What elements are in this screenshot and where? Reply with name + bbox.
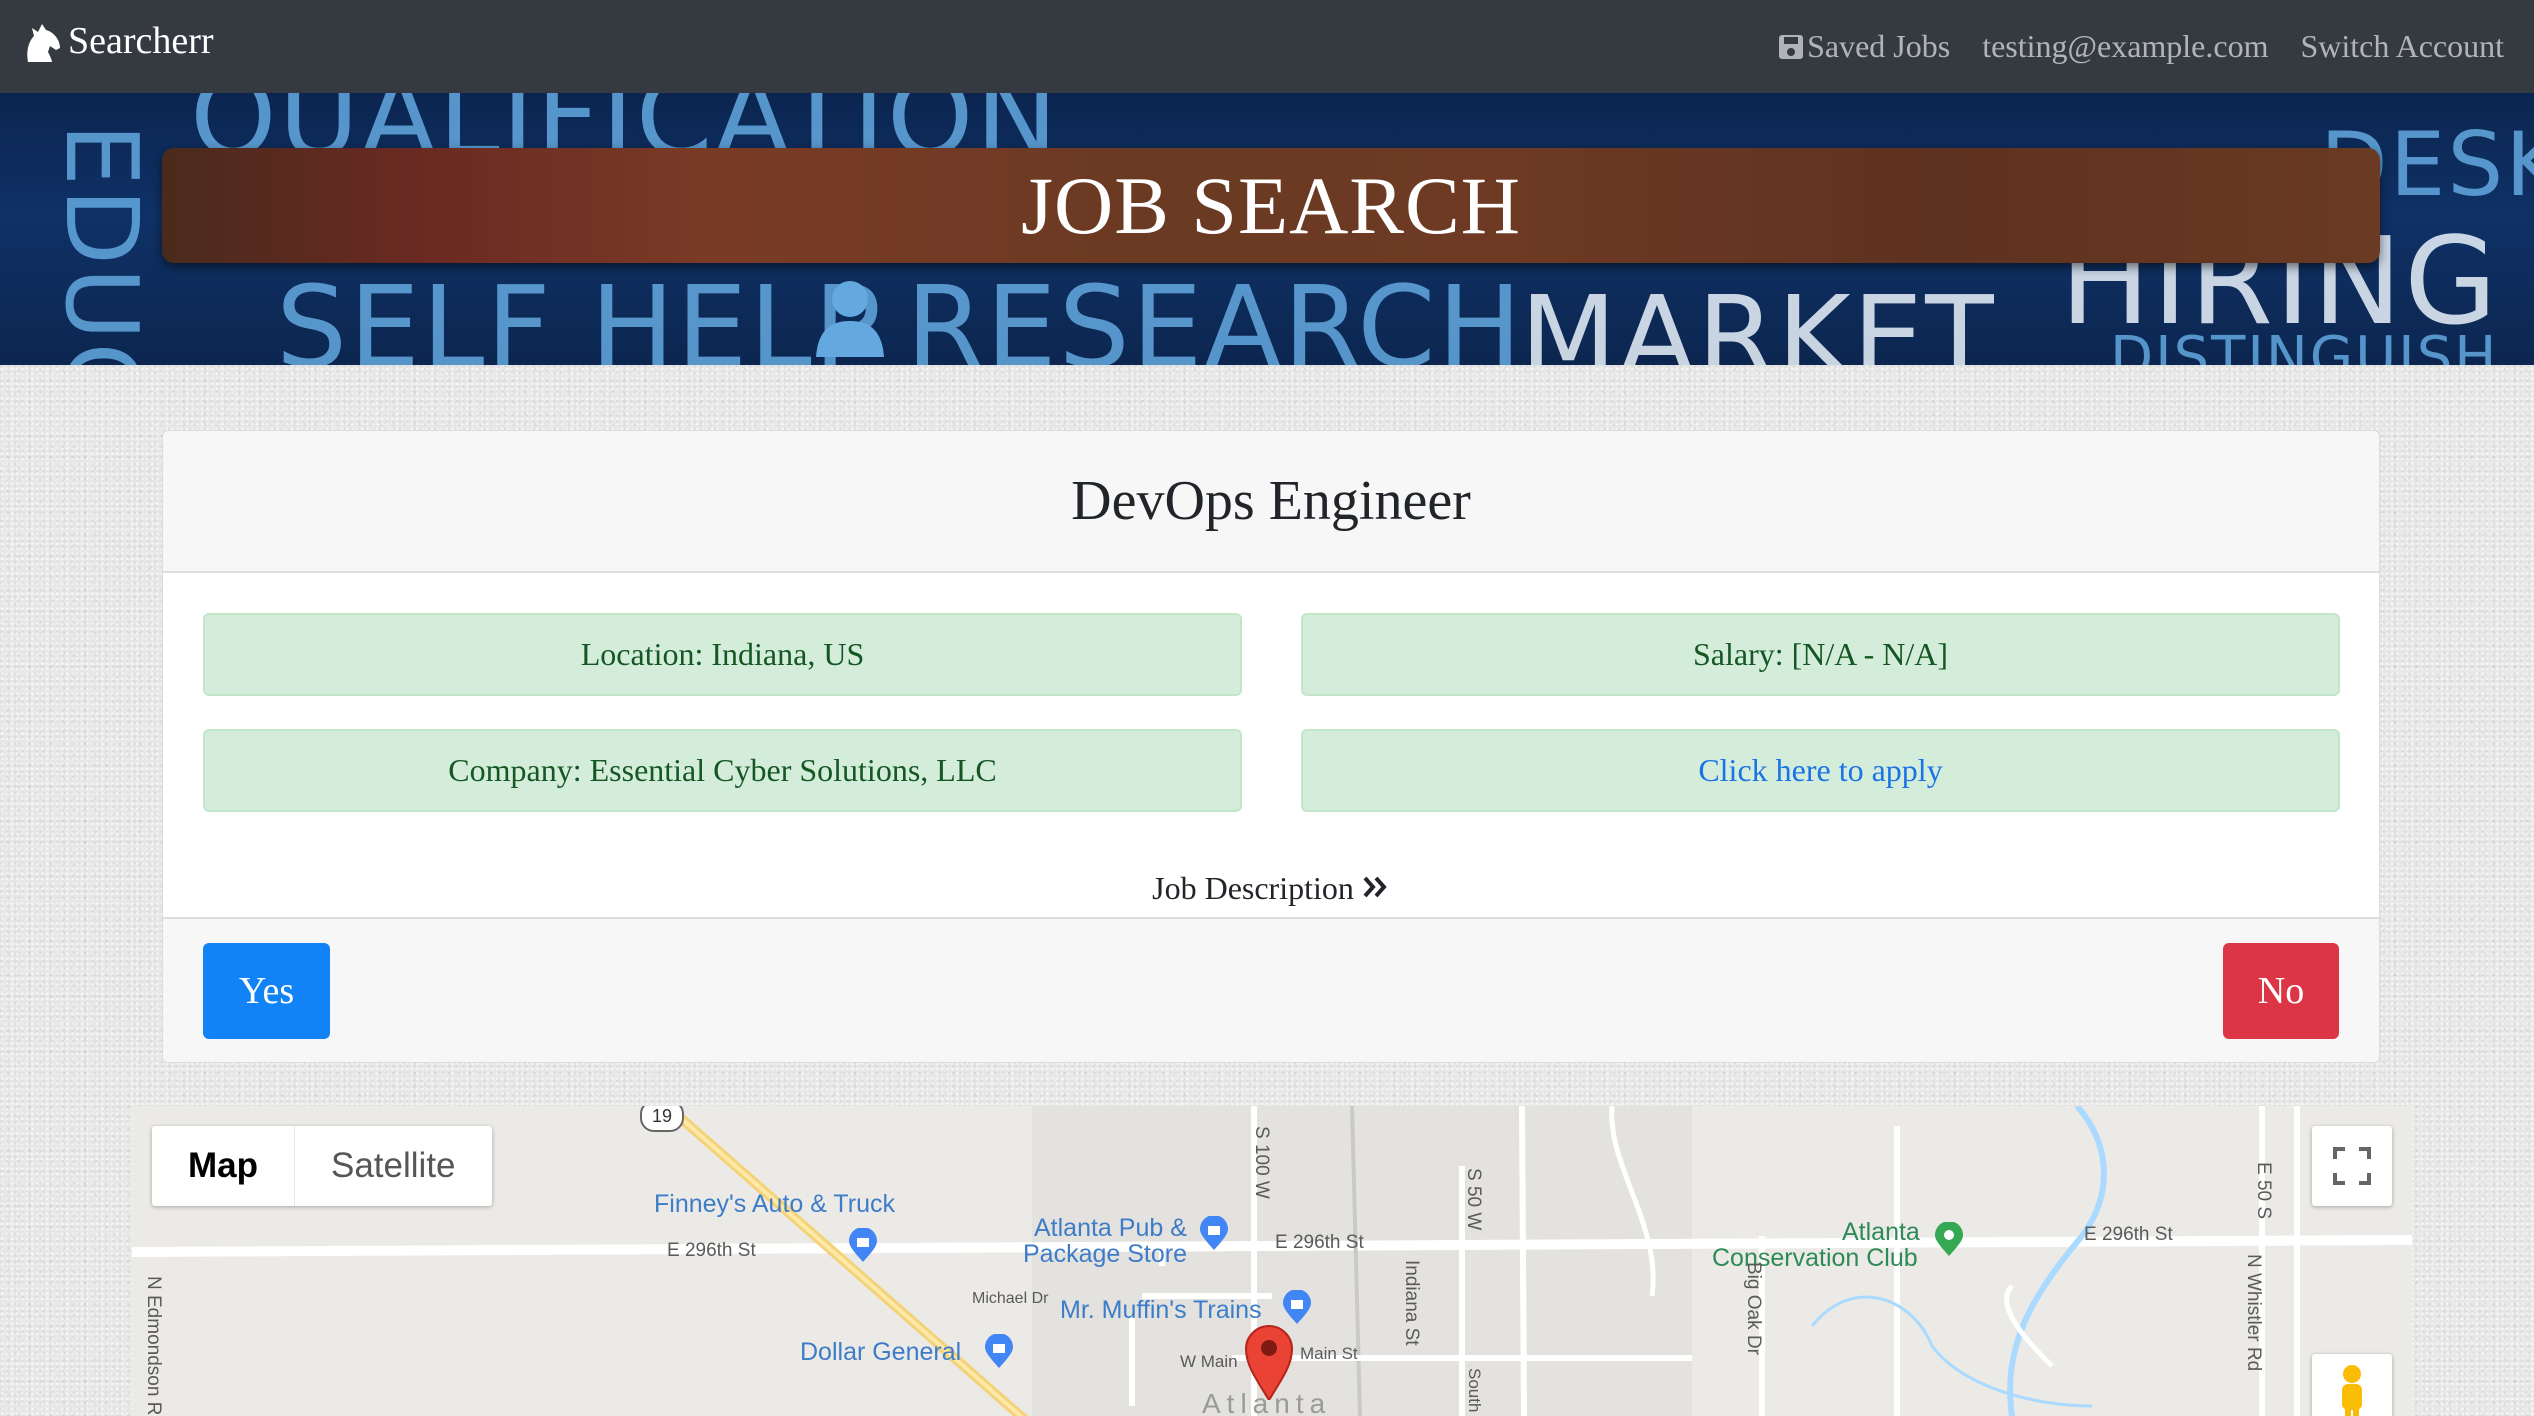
banner-word: MARKET	[1520, 273, 1996, 365]
company-badge: Company: Essential Cyber Solutions, LLC	[203, 729, 1242, 812]
street-big-oak: Big Oak Dr	[1743, 1262, 1764, 1355]
card-footer: Yes No	[163, 917, 2379, 1062]
street-n-edmondson: N Edmondson Rd	[143, 1276, 164, 1416]
save-floppy-icon	[1779, 34, 1804, 59]
shopping-bag-pin-icon[interactable]	[1282, 1290, 1312, 1324]
fullscreen-button[interactable]	[2312, 1126, 2392, 1206]
street-e296-east: E 296th St	[2084, 1224, 2173, 1245]
poi-conservation-line1[interactable]: Atlanta	[1842, 1218, 1920, 1247]
banner-title-bar: JOB SEARCH	[162, 148, 2380, 263]
banner-word: EDUC	[43, 123, 160, 365]
route-19-shield: 19	[640, 1106, 684, 1132]
street-michael-dr: Michael Dr	[972, 1290, 1049, 1307]
poi-mr-muffins[interactable]: Mr. Muffin's Trains	[1060, 1296, 1262, 1325]
navbar: Searcherr Saved Jobs testing@example.com…	[0, 0, 2534, 93]
job-title: DevOps Engineer	[163, 431, 2379, 573]
banner-word: DISTINGUISH	[2110, 325, 2499, 365]
map-view[interactable]: Map Satellite 19 Finney's Auto & Truck A…	[132, 1106, 2412, 1416]
fullscreen-icon	[2333, 1147, 2371, 1185]
poi-atlanta-pub-line1[interactable]: Atlanta Pub &	[1034, 1214, 1187, 1243]
map-type-satellite-button[interactable]: Satellite	[294, 1126, 492, 1206]
town-label: Atlanta	[1202, 1388, 1332, 1416]
apply-link[interactable]: Click here to apply	[1301, 729, 2340, 812]
banner-word: RESEARCH	[906, 263, 1524, 365]
saved-jobs-link[interactable]: Saved Jobs	[1777, 28, 1950, 65]
poi-finneys[interactable]: Finney's Auto & Truck	[654, 1190, 895, 1219]
switch-account-link[interactable]: Switch Account	[2300, 28, 2504, 65]
pegman-icon	[2342, 1365, 2362, 1416]
street-south: South	[1465, 1368, 1484, 1413]
page-title: JOB SEARCH	[1021, 159, 1521, 251]
map-type-map-button[interactable]: Map	[152, 1126, 294, 1206]
street-indiana: Indiana St	[1401, 1260, 1422, 1346]
street-n-whistler: N Whistler Rd	[2243, 1254, 2264, 1372]
job-description-toggle[interactable]: Job Description	[163, 870, 2379, 907]
shopping-bag-pin-icon[interactable]	[848, 1228, 878, 1262]
street-view-pegman-button[interactable]	[2312, 1354, 2392, 1416]
street-s100w: S 100 W	[1251, 1126, 1272, 1199]
bar-pin-icon[interactable]	[1199, 1216, 1229, 1250]
hero-banner: EDUC QUALIFICATION SELF HELP RESEARCH MA…	[0, 93, 2534, 365]
poi-atlanta-pub-line2[interactable]: Package Store	[1023, 1240, 1187, 1269]
job-description-label: Job Description	[1152, 870, 1354, 906]
double-chevron-right-icon	[1363, 876, 1387, 898]
job-card: DevOps Engineer Location: Indiana, US Sa…	[162, 430, 2380, 1063]
shopping-bag-pin-icon[interactable]	[984, 1334, 1014, 1368]
street-s50w: S 50 W	[1463, 1168, 1484, 1231]
person-icon	[816, 281, 884, 357]
park-pin-icon[interactable]	[1934, 1222, 1964, 1256]
map-type-control: Map Satellite	[152, 1126, 492, 1206]
saved-jobs-label: Saved Jobs	[1807, 28, 1951, 64]
salary-badge: Salary: [N/A - N/A]	[1301, 613, 2340, 696]
banner-word: SELF HELP	[276, 263, 884, 365]
location-badge: Location: Indiana, US	[203, 613, 1242, 696]
street-e296-center: E 296th St	[1275, 1232, 1364, 1253]
brand-name: Searcherr	[68, 20, 214, 62]
route-19-label: 19	[651, 1106, 673, 1126]
no-button[interactable]: No	[2223, 943, 2339, 1039]
user-email-link[interactable]: testing@example.com	[1982, 28, 2268, 65]
street-e296-west: E 296th St	[667, 1240, 756, 1261]
yes-button[interactable]: Yes	[203, 943, 330, 1039]
horse-logo-icon	[27, 24, 60, 62]
street-e50s: E 50 S	[2253, 1162, 2274, 1220]
street-w-main: W Main	[1180, 1352, 1238, 1371]
poi-dollar-general[interactable]: Dollar General	[800, 1338, 961, 1367]
street-main-st: Main St	[1300, 1344, 1358, 1363]
brand-link[interactable]: Searcherr	[22, 18, 214, 64]
